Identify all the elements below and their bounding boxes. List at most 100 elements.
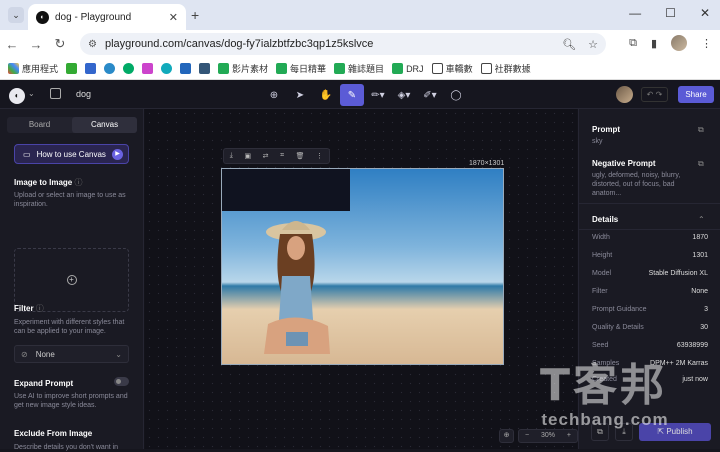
canvas-area[interactable]: ⤓ ▣ ⇄ ⌗ 🗑︎ ⋮ 1870×1301 ⊕ − 30% + bbox=[145, 109, 578, 449]
hand-tool-icon[interactable]: ✋ bbox=[314, 84, 338, 106]
add-image-tool-icon[interactable]: ⊕ bbox=[262, 84, 286, 106]
bookmark-video[interactable]: 影片素材 bbox=[218, 62, 268, 75]
comment-tool-icon[interactable]: ◯ bbox=[444, 84, 468, 106]
bookmark-folder-1[interactable]: 車轎數 bbox=[431, 62, 473, 75]
profile-avatar[interactable] bbox=[671, 35, 687, 51]
fit-view-icon[interactable]: ⊕ bbox=[499, 429, 514, 443]
bookmark-star-icon[interactable]: ☆ bbox=[588, 38, 598, 51]
bookmark-magazine[interactable]: 雜誌題目 bbox=[334, 62, 384, 75]
copy-negative-prompt-icon[interactable]: ⧉ bbox=[698, 159, 704, 169]
forward-icon[interactable]: → bbox=[24, 37, 48, 52]
maximize-icon[interactable]: ☐ bbox=[665, 6, 676, 20]
browser-tab[interactable]: ◐ dog - Playground ✕ bbox=[28, 4, 186, 30]
address-bar[interactable]: ⚙ playground.com/canvas/dog-fy7ialzbtfzb… bbox=[80, 33, 606, 55]
zoom-out-button[interactable]: − bbox=[525, 430, 529, 442]
minimize-icon[interactable]: — bbox=[629, 6, 641, 20]
plus-square-icon bbox=[392, 63, 404, 74]
new-tab-button[interactable]: + bbox=[191, 7, 199, 23]
edit-frame-tool-icon[interactable]: ✎ bbox=[340, 84, 364, 106]
bookmark-1[interactable] bbox=[66, 63, 78, 74]
image-context-toolbar: ⤓ ▣ ⇄ ⌗ 🗑︎ ⋮ bbox=[223, 148, 330, 164]
folder-icon bbox=[431, 63, 443, 74]
reload-icon[interactable]: ↻ bbox=[48, 36, 72, 52]
zoom-icon[interactable]: 🔍︎ bbox=[562, 38, 576, 51]
exclude-title: Exclude From Image bbox=[14, 429, 93, 438]
book-icon: ▭ bbox=[23, 149, 31, 159]
image-to-image-desc: Upload or select an image to use as insp… bbox=[14, 192, 126, 208]
bookmark-apps[interactable]: 應用程式 bbox=[8, 62, 58, 75]
negative-prompt-title: Negative Prompt bbox=[592, 159, 656, 168]
variations-icon[interactable]: ⇄ bbox=[263, 152, 269, 160]
tab-title: dog - Playground bbox=[55, 11, 132, 23]
delete-icon[interactable]: 🗑︎ bbox=[296, 152, 305, 160]
bookmark-7[interactable] bbox=[180, 63, 192, 74]
plus-square-icon bbox=[218, 63, 230, 74]
menu-icon[interactable]: ⋮ bbox=[701, 37, 712, 50]
exclude-desc: Describe details you don't want in bbox=[14, 444, 119, 451]
bookmark-8[interactable] bbox=[199, 63, 211, 74]
divider bbox=[579, 229, 720, 230]
pen-tool-icon[interactable]: ✐▾ bbox=[418, 84, 442, 106]
browser-toolbar: ← → ↻ ⚙ playground.com/canvas/dog-fy7ial… bbox=[0, 30, 720, 58]
playground-favicon-icon: ◐ bbox=[36, 10, 49, 24]
generated-image[interactable] bbox=[221, 168, 504, 365]
bookmark-6[interactable] bbox=[161, 63, 173, 74]
plus-square-icon bbox=[334, 63, 346, 74]
share-button[interactable]: Share bbox=[678, 86, 714, 103]
undo-redo-buttons[interactable]: ↶ ↷ bbox=[641, 87, 668, 102]
plus-icon: + bbox=[66, 275, 77, 285]
info-icon[interactable]: ⓘ bbox=[36, 304, 44, 313]
edit-image-icon[interactable]: ▣ bbox=[244, 152, 251, 160]
bookmark-2[interactable] bbox=[85, 63, 97, 74]
bookmark-daily[interactable]: 每日精華 bbox=[276, 62, 326, 75]
playground-logo-icon[interactable]: ◐ bbox=[9, 88, 25, 104]
site-info-icon[interactable]: ⚙ bbox=[88, 39, 97, 50]
how-to-use-canvas-button[interactable]: ▭ How to use Canvas ▶ bbox=[14, 144, 129, 164]
download-icon[interactable]: ⤓ bbox=[230, 152, 233, 160]
filter-desc: Experiment with different styles that ca… bbox=[14, 319, 125, 335]
watermark-logo: T客邦 bbox=[540, 360, 668, 411]
bookmark-drj[interactable]: DRJ bbox=[392, 63, 424, 74]
user-avatar[interactable] bbox=[616, 86, 633, 103]
copy-prompt-icon[interactable]: ⧉ bbox=[698, 125, 704, 135]
watermark-url: techbang.com bbox=[541, 410, 669, 429]
bookmark-5[interactable] bbox=[142, 63, 154, 74]
project-name[interactable]: dog bbox=[76, 89, 91, 99]
tab-search-button[interactable]: ⌄ bbox=[8, 7, 24, 23]
select-tool-icon[interactable]: ➤ bbox=[288, 84, 312, 106]
chevron-down-icon[interactable]: ⌄ bbox=[28, 89, 35, 98]
fill-tool-icon[interactable]: ◈▾ bbox=[392, 84, 416, 106]
detail-guidance: Prompt Guidance 3 bbox=[592, 306, 708, 313]
expand-prompt-title: Expand Prompt bbox=[14, 379, 74, 388]
bookmark-3[interactable] bbox=[104, 63, 116, 74]
brush-tool-icon[interactable]: ✏▾ bbox=[366, 84, 390, 106]
extensions-icon[interactable]: ⧉ bbox=[629, 37, 637, 50]
apps-icon bbox=[8, 63, 19, 74]
filter-select[interactable]: ⊘ None ⌄ bbox=[14, 345, 129, 363]
more-icon[interactable]: ⋮ bbox=[316, 152, 323, 160]
expand-prompt-toggle[interactable] bbox=[114, 377, 129, 386]
app-top-bar: ◐ ⌄ dog ⊕ ➤ ✋ ✎ ✏▾ ◈▾ ✐▾ ◯ ↶ ↷ Share bbox=[0, 81, 720, 109]
info-icon[interactable]: ⓘ bbox=[74, 178, 82, 187]
bookmark-4[interactable] bbox=[123, 63, 135, 74]
detail-model: Model Stable Diffusion XL bbox=[592, 270, 708, 277]
filter-value: None bbox=[35, 349, 55, 359]
image-to-image-title: Image to Image ⓘ bbox=[14, 178, 83, 187]
bookmark-icon bbox=[123, 63, 135, 74]
bookmark-folder-2[interactable]: 社群數據 bbox=[480, 62, 531, 75]
tab-canvas[interactable]: Canvas bbox=[72, 117, 137, 133]
tab-close-icon[interactable]: ✕ bbox=[169, 11, 178, 24]
no-filter-icon: ⊘ bbox=[21, 349, 28, 359]
how-to-label: How to use Canvas bbox=[36, 149, 106, 159]
collapse-details-icon[interactable]: ⌃ bbox=[698, 215, 705, 224]
crop-icon[interactable]: ⌗ bbox=[280, 152, 284, 160]
detail-filter: Filter None bbox=[592, 288, 708, 295]
back-icon[interactable]: ← bbox=[0, 37, 24, 52]
sidepanel-icon[interactable]: ▮ bbox=[651, 37, 657, 50]
panel-toggle-icon[interactable] bbox=[50, 88, 61, 99]
negative-prompt-value: ugly, deformed, noisy, blurry, distorted… bbox=[592, 172, 681, 197]
close-window-icon[interactable]: ✕ bbox=[700, 6, 710, 20]
tab-board[interactable]: Board bbox=[7, 117, 72, 133]
chevron-down-icon: ⌄ bbox=[115, 349, 122, 359]
browser-tabstrip: ⌄ ◐ dog - Playground ✕ + — ☐ ✕ bbox=[0, 0, 720, 30]
